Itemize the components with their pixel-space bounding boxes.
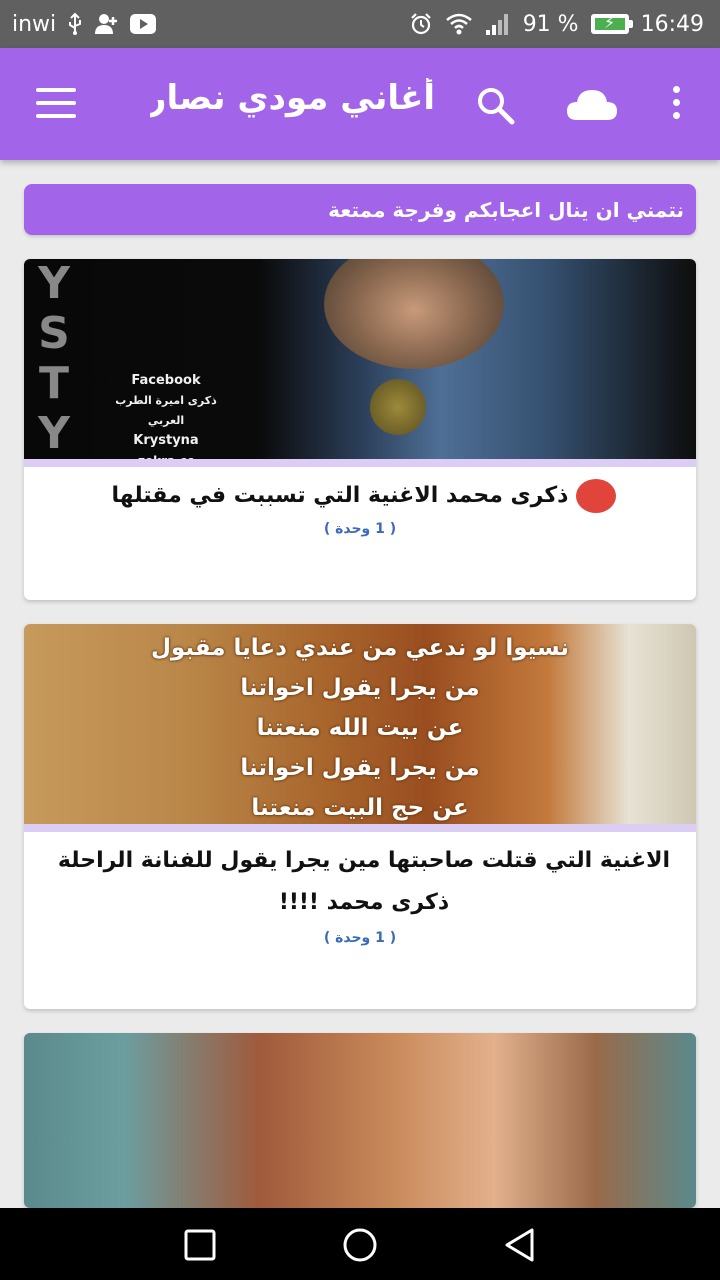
add-contact-icon [95,14,118,34]
thumbnail-lyrics: نسيوا لو ندعي من عندي دعايا مقبول من يجر… [150,635,570,821]
card-title: الاغنية التي قتلت صاحبتها مين يجرا يقول … [57,848,671,915]
card-divider [24,459,696,467]
recents-icon[interactable] [181,1226,219,1264]
more-vert-icon[interactable] [668,86,684,126]
card-title: ذكرى محمد الاغنية التي تسببت في مقتلها [32,475,696,517]
thumbnail-watermark: Y S T Y [38,259,70,459]
app-bar: أغاني مودي نصار ... [0,48,720,160]
back-icon[interactable] [501,1226,539,1264]
banner-text: نتمني ان ينال اعجابكم وفرجة ممتعة [328,197,684,222]
home-icon[interactable] [341,1226,379,1264]
alarm-icon [410,13,431,35]
video-thumbnail: Y S T Y Facebook ذكرى اميرة الطرب العربي… [24,259,696,459]
status-bar: inwi 91 % ⚡ 16:49 [0,0,720,48]
video-thumbnail: نسيوا لو ندعي من عندي دعايا مقبول من يجر… [24,624,696,824]
battery-percent: 91 % [522,11,579,37]
wifi-icon [445,13,472,35]
navigation-bar [0,1208,720,1280]
welcome-banner: نتمني ان ينال اعجابكم وفرجة ممتعة [24,184,696,235]
video-thumbnail [24,1033,696,1208]
carrier-label: inwi [12,11,57,37]
video-card[interactable] [24,1033,696,1208]
video-card[interactable]: نسيوا لو ندعي من عندي دعايا مقبول من يجر… [24,624,696,1009]
app-title: أغاني مودي نصار ... [150,78,435,118]
search-icon[interactable] [474,84,516,126]
thumbnail-caption: Facebook ذكرى اميرة الطرب العربي Krystyn… [115,373,217,459]
signal-icon [485,14,508,35]
cloud-icon[interactable] [565,86,619,122]
menu-icon[interactable] [36,88,76,118]
clock: 16:49 [640,11,704,37]
battery-charging-icon: ⚡ [590,13,633,34]
video-card[interactable]: Y S T Y Facebook ذكرى اميرة الطرب العربي… [24,259,696,600]
card-divider [24,824,696,832]
youtube-icon [130,14,157,34]
card-count: ( 1 وحدة ) [323,930,397,946]
usb-icon [69,12,82,35]
card-count: ( 1 وحدة ) [323,521,397,537]
red-dot-icon [576,479,617,513]
